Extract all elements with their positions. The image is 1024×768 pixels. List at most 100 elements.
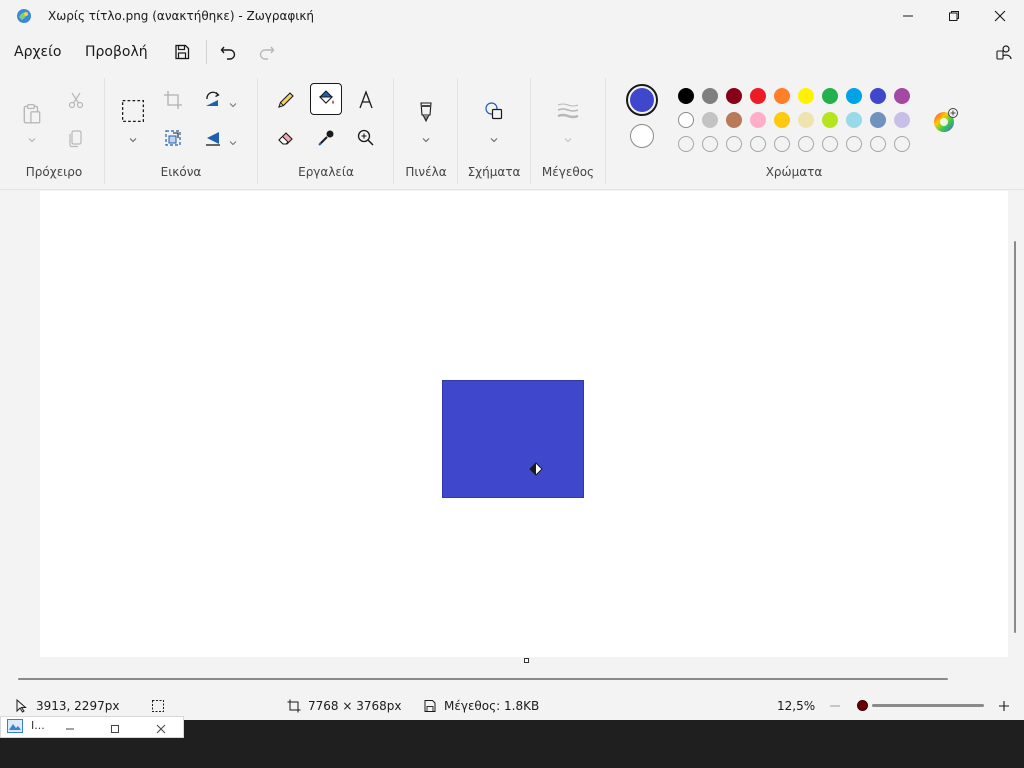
ribbon: Πρόχειρο Εικόνα Εργαλεία Πινέλα Σχήματα … bbox=[0, 72, 1024, 190]
cut-button[interactable] bbox=[60, 84, 92, 116]
rotate-dropdown[interactable] bbox=[228, 95, 238, 108]
color-swatch[interactable] bbox=[774, 112, 790, 128]
zoom-in-button[interactable] bbox=[997, 698, 1011, 712]
restore-button[interactable] bbox=[931, 0, 977, 32]
brushes-button[interactable] bbox=[410, 94, 442, 130]
plus-icon bbox=[999, 701, 1009, 711]
custom-color-slot[interactable] bbox=[846, 136, 862, 152]
color-swatch[interactable] bbox=[678, 88, 694, 104]
close-icon bbox=[994, 10, 1006, 22]
color-swatch[interactable] bbox=[750, 88, 766, 104]
window-title: Χωρίς τίτλο.png (ανακτήθηκε) - Ζωγραφική bbox=[48, 9, 315, 23]
color-swatch[interactable] bbox=[870, 88, 886, 104]
color-swatch[interactable] bbox=[894, 88, 910, 104]
color-swatch[interactable] bbox=[798, 88, 814, 104]
color-picker-button[interactable] bbox=[310, 122, 342, 154]
color-wheel-icon[interactable] bbox=[932, 108, 958, 134]
zoom-slider-track[interactable] bbox=[872, 704, 984, 707]
shapes-button[interactable] bbox=[478, 94, 510, 128]
brushes-dropdown[interactable] bbox=[421, 130, 431, 143]
save-icon bbox=[175, 44, 190, 60]
text-icon bbox=[359, 90, 373, 109]
size-button[interactable] bbox=[552, 94, 584, 128]
custom-color-slot[interactable] bbox=[702, 136, 718, 152]
canvas-area bbox=[0, 191, 1024, 680]
color-swatch[interactable] bbox=[726, 112, 742, 128]
pencil-icon bbox=[278, 92, 294, 108]
magnifier-button[interactable] bbox=[350, 122, 382, 154]
zoom-out-button[interactable] bbox=[828, 698, 842, 712]
title-bar[interactable]: Χωρίς τίτλο.png (ανακτήθηκε) - Ζωγραφική bbox=[0, 0, 1024, 32]
custom-color-slot[interactable] bbox=[726, 136, 742, 152]
custom-color-slot[interactable] bbox=[750, 136, 766, 152]
rotate-button[interactable] bbox=[197, 84, 229, 116]
canvas-resize-handle[interactable] bbox=[524, 658, 529, 663]
paste-button[interactable] bbox=[16, 94, 48, 134]
eraser-button[interactable] bbox=[270, 122, 302, 154]
resize-icon bbox=[165, 130, 181, 146]
color-swatch[interactable] bbox=[774, 88, 790, 104]
color-swatch[interactable] bbox=[822, 112, 838, 128]
chevron-down-icon bbox=[229, 103, 237, 108]
flip-dropdown[interactable] bbox=[228, 133, 238, 146]
paste-icon bbox=[23, 103, 41, 124]
color-swatch[interactable] bbox=[678, 112, 694, 128]
copy-button[interactable] bbox=[60, 122, 92, 154]
secondary-color-button[interactable] bbox=[630, 124, 654, 148]
color-swatch[interactable] bbox=[702, 112, 718, 128]
canvas-size: 7768 × 3768px bbox=[308, 699, 402, 713]
horizontal-scrollbar[interactable] bbox=[18, 678, 948, 680]
redo-icon bbox=[259, 46, 275, 60]
minimize-icon bbox=[66, 728, 74, 730]
custom-color-slot[interactable] bbox=[678, 136, 694, 152]
primary-color-swatch bbox=[630, 88, 654, 112]
flip-button[interactable] bbox=[197, 122, 229, 154]
pencil-button[interactable] bbox=[270, 84, 302, 116]
paste-dropdown[interactable] bbox=[27, 130, 37, 143]
thumbnail-minimize-button[interactable] bbox=[65, 719, 79, 733]
thumbnail-maximize-button[interactable] bbox=[110, 719, 124, 733]
primary-color-button[interactable] bbox=[626, 84, 658, 116]
fill-button[interactable] bbox=[310, 83, 342, 115]
drawing-canvas[interactable] bbox=[40, 191, 1008, 657]
custom-color-slot[interactable] bbox=[870, 136, 886, 152]
color-swatch[interactable] bbox=[798, 112, 814, 128]
taskbar-thumbnail[interactable]: I... bbox=[0, 716, 184, 738]
close-button[interactable] bbox=[977, 0, 1023, 32]
color-swatch[interactable] bbox=[894, 112, 910, 128]
resize-button[interactable] bbox=[157, 122, 189, 154]
size-dropdown[interactable] bbox=[563, 130, 573, 143]
menu-view[interactable]: Προβολή bbox=[85, 42, 148, 62]
select-button[interactable] bbox=[116, 94, 150, 128]
color-swatch[interactable] bbox=[822, 88, 838, 104]
menu-file[interactable]: Αρχείο bbox=[14, 42, 61, 62]
save-button[interactable] bbox=[168, 38, 196, 66]
color-swatch[interactable] bbox=[870, 112, 886, 128]
minus-icon bbox=[830, 705, 840, 707]
minimize-button[interactable] bbox=[885, 0, 931, 32]
crop-button[interactable] bbox=[157, 84, 189, 116]
text-button[interactable] bbox=[350, 84, 382, 116]
account-settings-button[interactable] bbox=[990, 38, 1018, 66]
color-picker-icon bbox=[318, 130, 334, 146]
color-swatch[interactable] bbox=[702, 88, 718, 104]
custom-color-slot[interactable] bbox=[822, 136, 838, 152]
redo-button[interactable] bbox=[253, 38, 281, 66]
color-swatch[interactable] bbox=[846, 88, 862, 104]
undo-button[interactable] bbox=[214, 38, 242, 66]
menu-separator bbox=[206, 40, 207, 64]
color-swatch[interactable] bbox=[726, 88, 742, 104]
custom-color-slot[interactable] bbox=[894, 136, 910, 152]
custom-color-slot[interactable] bbox=[774, 136, 790, 152]
vertical-scrollbar[interactable] bbox=[1014, 241, 1016, 633]
color-swatch[interactable] bbox=[846, 112, 862, 128]
color-swatch[interactable] bbox=[750, 112, 766, 128]
shapes-dropdown[interactable] bbox=[489, 130, 499, 143]
custom-color-slot[interactable] bbox=[798, 136, 814, 152]
zoom-slider-thumb[interactable] bbox=[857, 700, 868, 711]
flip-icon bbox=[206, 132, 220, 146]
thumbnail-close-button[interactable] bbox=[156, 719, 170, 734]
group-label-size: Μέγεθος bbox=[541, 165, 595, 179]
close-icon bbox=[156, 724, 166, 734]
select-dropdown[interactable] bbox=[128, 130, 138, 143]
